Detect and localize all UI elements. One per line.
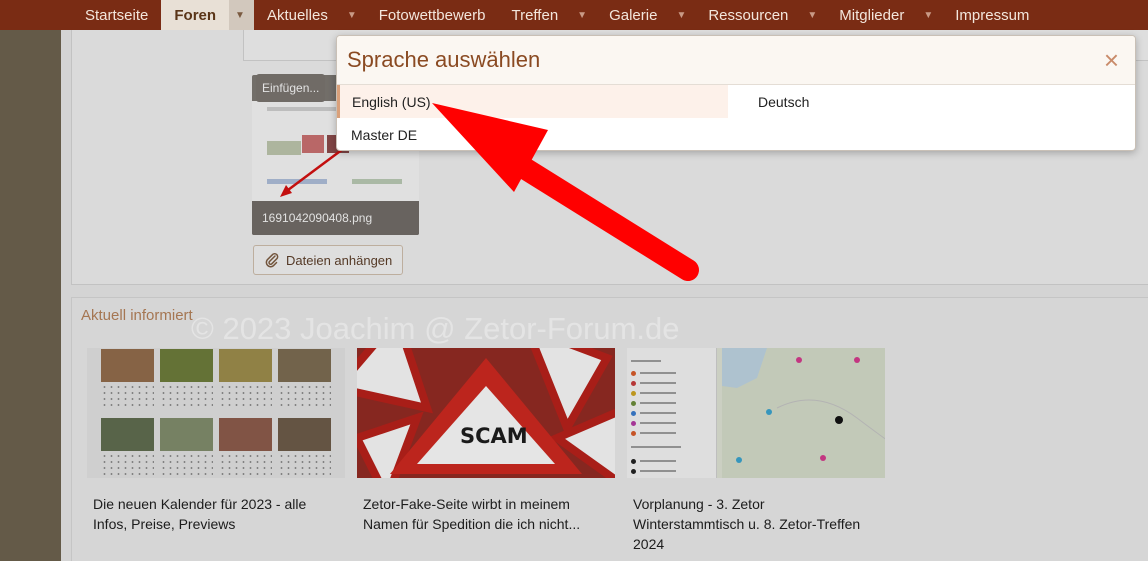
language-chooser-dialog: Sprache auswählen × English (US) Deutsch… — [336, 35, 1136, 151]
language-option-master-de[interactable]: Master DE — [337, 118, 728, 150]
nav-item-ressourcen[interactable]: Ressourcen — [695, 0, 801, 30]
dialog-title: Sprache auswählen — [347, 47, 541, 72]
language-option-english-us[interactable]: English (US) — [337, 85, 728, 118]
nav-item-foren[interactable]: Foren — [161, 0, 230, 30]
nav-item-startseite[interactable]: Startseite — [72, 0, 161, 30]
nav-item-impressum[interactable]: Impressum — [942, 0, 1042, 30]
nav-item-galerie[interactable]: Galerie — [596, 0, 670, 30]
chevron-down-icon[interactable]: ▼ — [229, 0, 254, 30]
nav-item-fotowettbewerb[interactable]: Fotowettbewerb — [366, 0, 499, 30]
chevron-down-icon[interactable]: ▼ — [670, 0, 695, 30]
dialog-header: Sprache auswählen × — [337, 36, 1135, 85]
close-icon[interactable]: × — [1104, 47, 1119, 73]
language-list: English (US) Deutsch Master DE — [337, 85, 1135, 150]
language-option-deutsch[interactable]: Deutsch — [744, 85, 1135, 118]
nav-item-treffen[interactable]: Treffen — [498, 0, 571, 30]
chevron-down-icon[interactable]: ▼ — [341, 0, 366, 30]
chevron-down-icon[interactable]: ▼ — [917, 0, 942, 30]
chevron-down-icon[interactable]: ▼ — [571, 0, 596, 30]
main-nav: Startseite Foren ▼ Aktuelles ▼ Fotowettb… — [0, 0, 1148, 30]
nav-item-aktuelles[interactable]: Aktuelles — [254, 0, 341, 30]
chevron-down-icon[interactable]: ▼ — [801, 0, 826, 30]
nav-item-mitglieder[interactable]: Mitglieder — [826, 0, 917, 30]
